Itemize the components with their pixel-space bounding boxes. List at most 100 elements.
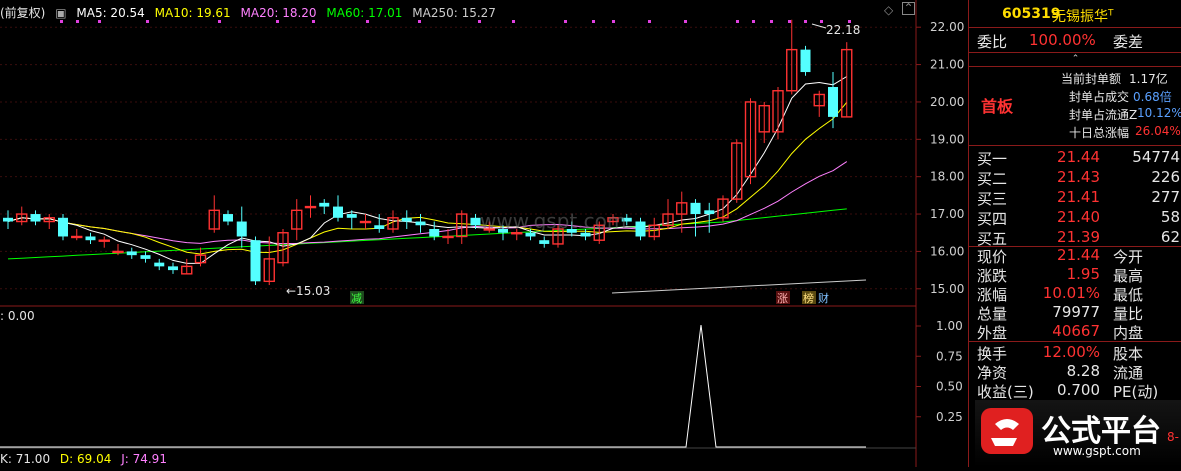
ma10-value: MA10: 19.61 <box>154 6 231 20</box>
candle-body <box>401 217 412 222</box>
candle-body <box>415 221 426 226</box>
stat-value: 8.28 <box>1066 362 1100 380</box>
ma250-value: MA250: 15.27 <box>412 6 496 20</box>
candle-body <box>140 255 151 259</box>
candle-body <box>112 250 124 254</box>
candle-body <box>250 240 261 282</box>
limit-label-3: 十日总涨幅 <box>1069 126 1130 140</box>
bid-price: 21.44 <box>1057 148 1100 166</box>
stat-row: 收益(三) 0.700 PE(动) <box>969 381 1181 401</box>
brand-url: www.gspt.com <box>1053 444 1141 458</box>
collapse-bar[interactable]: ⌃ <box>969 52 1181 67</box>
kdj-k: K: 71.00 <box>0 452 51 466</box>
lower-tick-label: 0.25 <box>936 410 963 424</box>
lower-tick-label: 1.00 <box>936 319 963 333</box>
bid-row: 买五 21.39 62 <box>969 228 1181 248</box>
ma5-value: MA5: 20.54 <box>76 6 145 20</box>
quote-label-right: 内盘 <box>1113 324 1144 342</box>
stat-label-right: 流通 <box>1113 364 1144 382</box>
signal-dot <box>752 20 755 23</box>
candle-body <box>359 220 372 224</box>
bid-price: 21.40 <box>1057 208 1100 226</box>
stock-name: 无锡振华T <box>1052 6 1114 26</box>
tag-zhang[interactable]: 涨 <box>777 292 788 305</box>
tag-bang[interactable]: 榜 <box>803 291 814 305</box>
candle-body <box>635 221 646 237</box>
quote-label: 涨跌 <box>977 267 1008 285</box>
candle-body <box>236 221 247 237</box>
quote-label-right: 今开 <box>1113 248 1144 266</box>
tag-cai[interactable]: 财 <box>818 291 829 305</box>
price-tick-label: 19.00 <box>930 132 964 146</box>
candle-body <box>539 240 550 244</box>
candle-body <box>470 217 481 226</box>
high-price-label: 22.18 <box>826 23 860 37</box>
stat-label-right: PE(动) <box>1113 383 1159 401</box>
quote-label: 涨幅 <box>977 286 1008 304</box>
limit-label-1: 封单占成交 <box>1069 90 1130 104</box>
lower-value: : 0.00 <box>0 309 35 323</box>
bid-volume: 58 <box>1160 208 1180 226</box>
quote-value: 79977 <box>1052 303 1100 321</box>
wei-diff-label: 委差 <box>1113 33 1144 51</box>
indicator-line <box>0 324 866 448</box>
bid-row: 买一 21.44 54774 <box>969 148 1181 168</box>
candle-body <box>58 217 68 237</box>
bid-label: 买四 <box>977 210 1008 228</box>
candle-body <box>333 206 343 218</box>
signal-dot <box>736 20 739 23</box>
wei-label: 委比 <box>977 33 1008 51</box>
candle-body <box>800 49 811 73</box>
quote-label-right: 量比 <box>1113 305 1144 323</box>
header-prefix: (前复权) <box>0 6 46 20</box>
bid-volume: 62 <box>1160 228 1180 246</box>
bid-price: 21.41 <box>1057 188 1100 206</box>
candle-body <box>346 214 357 218</box>
price-tick-label: 17.00 <box>930 207 964 221</box>
diamond-icon[interactable]: ◇ <box>884 3 893 17</box>
quote-label: 现价 <box>977 248 1008 266</box>
ma-settings-icon[interactable]: ▣ <box>55 6 66 20</box>
reduce-badge[interactable]: 减 <box>351 292 362 305</box>
candle-body <box>3 217 13 222</box>
lower-tick-label: 0.75 <box>936 349 963 363</box>
bid-price: 21.39 <box>1057 228 1100 246</box>
candle-body <box>704 210 715 215</box>
quote-row: 总量 79977 量比 <box>969 303 1181 323</box>
signal-dot <box>564 20 567 23</box>
quote-row: 现价 21.44 今开 <box>969 246 1181 266</box>
bid-row: 买三 21.41 277 <box>969 188 1181 208</box>
lower-indicator-header: : 0.00 <box>0 309 41 323</box>
stat-label: 净资 <box>977 364 1008 382</box>
divider <box>969 145 1181 146</box>
watermark: www.gspt.com <box>480 209 626 233</box>
ma5-line <box>7 76 848 264</box>
limit-value-1: 0.68倍 <box>1133 90 1172 104</box>
stat-label-right: 股本 <box>1113 345 1144 363</box>
price-tick-label: 22.00 <box>930 20 964 34</box>
bid-row: 买四 21.40 58 <box>969 208 1181 228</box>
collapse-icon[interactable]: ⌃ <box>902 2 915 15</box>
quote-value: 40667 <box>1052 322 1100 340</box>
wei-value: 100.00% <box>1029 31 1096 49</box>
ma10-line <box>7 101 848 255</box>
stock-name-text: 无锡振华 <box>1052 9 1108 25</box>
stat-label: 换手 <box>977 345 1008 363</box>
candle-body <box>30 214 41 222</box>
quote-label: 外盘 <box>977 324 1008 342</box>
stock-suffix: T <box>1108 8 1114 19</box>
candle-body <box>525 232 536 237</box>
limit-label-0: 当前封单额 <box>1061 72 1122 86</box>
candle-body <box>98 239 110 242</box>
candle-body <box>690 202 701 215</box>
chevron-up-icon[interactable]: ⌃ <box>1072 54 1080 64</box>
candle-body <box>429 229 440 237</box>
kdj-header: K: 71.00 D: 69.04 J: 74.91 <box>0 452 173 466</box>
signal-dot <box>820 20 823 23</box>
limit-value-2: 10.12% <box>1137 106 1181 120</box>
signal-dot <box>788 20 791 23</box>
candle-body <box>580 232 591 237</box>
quote-label-right: 最低 <box>1113 286 1144 304</box>
candle-body <box>154 262 165 267</box>
signal-dot <box>770 20 773 23</box>
